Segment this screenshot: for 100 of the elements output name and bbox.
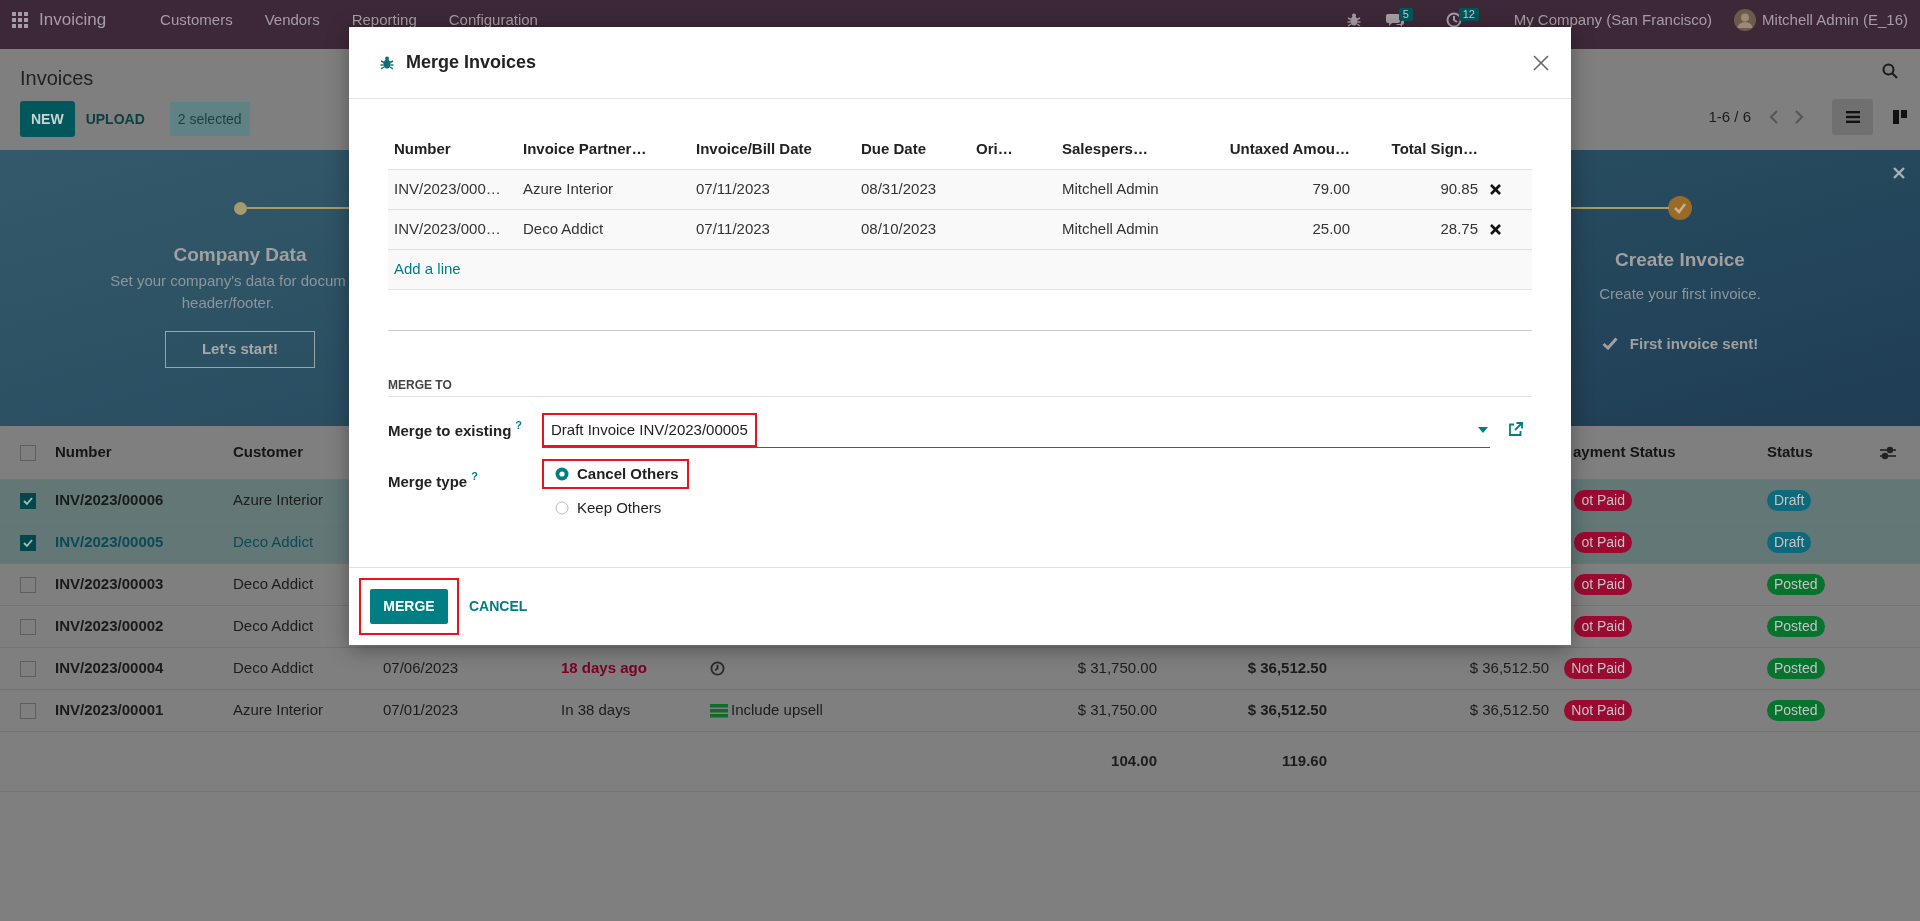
table-cell: INV/2023/000… <box>388 209 517 249</box>
radio-option[interactable]: Keep Others <box>555 497 662 520</box>
checkbox[interactable] <box>20 444 36 461</box>
list-view-button[interactable] <box>1832 99 1873 135</box>
menu-item[interactable]: Vendors <box>264 12 320 28</box>
status-badge: Not Paid <box>1564 658 1632 679</box>
checkbox[interactable] <box>20 702 36 719</box>
help-mark[interactable]: ? <box>471 470 478 482</box>
settings-icon[interactable] <box>1880 445 1896 460</box>
table-cell: $ 31,750.00 <box>1077 659 1157 677</box>
checkbox[interactable] <box>20 660 36 677</box>
table-cell: 28.75 <box>1356 209 1484 249</box>
delete-icon[interactable] <box>1490 223 1501 235</box>
field-label: Merge type <box>388 471 468 492</box>
pager-value[interactable]: 1-6 / 6 <box>1708 105 1751 129</box>
status-badge: ot Paid <box>1574 532 1632 553</box>
table-cell: INV/2023/00005 <box>55 533 164 551</box>
total-value: 104.00 <box>1111 752 1157 770</box>
status-badge: Posted <box>1767 658 1825 679</box>
field-label: Merge to existing <box>388 420 512 441</box>
add-line-link[interactable]: Add a line <box>394 259 461 277</box>
status-badge: Not Paid <box>1564 700 1632 721</box>
checkbox[interactable] <box>20 534 36 551</box>
radio-button[interactable] <box>555 501 569 516</box>
checkbox[interactable] <box>20 618 36 635</box>
dialog-title: Merge Invoices <box>406 51 537 74</box>
table-cell: Azure Interior <box>517 169 690 209</box>
close-icon[interactable] <box>1533 54 1549 71</box>
upload-button[interactable]: UPLOAD <box>74 101 156 137</box>
column-header[interactable]: Invoice/Bill Date <box>690 129 855 169</box>
column-header[interactable]: Untaxed Amou… <box>1194 129 1356 169</box>
radio-option[interactable]: Cancel Others <box>555 462 679 485</box>
column-header[interactable]: Number <box>388 129 517 169</box>
table-cell: 07/06/2023 <box>383 659 459 677</box>
column-header[interactable]: Due Date <box>855 129 970 169</box>
column-header[interactable]: Total Sign… <box>1356 129 1484 169</box>
status-badge: Draft <box>1767 490 1812 511</box>
delete-icon[interactable] <box>1490 183 1501 195</box>
activity-summary[interactable]: Include upsell <box>731 699 823 722</box>
checkbox[interactable] <box>20 492 36 509</box>
column-header[interactable]: Status <box>1767 441 1813 464</box>
step-status: First invoice sent! <box>1629 333 1759 354</box>
check-icon <box>1601 337 1618 351</box>
kanban-icon <box>1891 109 1908 125</box>
table-cell: 79.00 <box>1194 169 1356 209</box>
avatar[interactable] <box>1734 9 1757 31</box>
table-cell: Deco Addict <box>233 575 314 593</box>
column-header[interactable]: Invoice Partner… <box>517 129 690 169</box>
step-title[interactable]: Create Invoice <box>1615 246 1745 275</box>
table-cell: Mitchell Admin <box>1056 209 1194 249</box>
table-cell: $ 36,512.50 <box>1469 701 1549 719</box>
table-cell: 18 days ago <box>561 659 647 677</box>
table-cell: $ 36,512.50 <box>1247 701 1327 719</box>
status-badge: ot Paid <box>1574 574 1632 595</box>
status-badge: ot Paid <box>1574 616 1632 637</box>
table-cell: INV/2023/000… <box>388 169 517 209</box>
cancel-button[interactable]: CANCEL <box>463 589 534 624</box>
user-menu[interactable]: Mitchell Admin (E_16) <box>1762 12 1908 28</box>
app-name[interactable]: Invoicing <box>39 12 107 28</box>
table-cell: $ 31,750.00 <box>1077 701 1157 719</box>
menu-item[interactable]: Reporting <box>351 12 417 28</box>
company-switcher[interactable]: My Company (San Francisco) <box>1513 12 1713 28</box>
table-cell: 08/10/2023 <box>855 209 970 249</box>
step-description: Set your company's data for docum <box>110 270 346 291</box>
merge-button[interactable]: MERGE <box>370 589 448 624</box>
table-cell: $ 36,512.50 <box>1247 659 1327 677</box>
table-cell: Azure Interior <box>233 491 324 509</box>
search-icon[interactable] <box>1882 63 1898 79</box>
close-icon[interactable] <box>1893 167 1905 179</box>
total-value: 119.60 <box>1281 752 1327 770</box>
step-description: header/footer. <box>181 292 275 313</box>
new-button[interactable]: NEW <box>20 101 75 137</box>
start-button[interactable]: Let's start! <box>165 330 315 368</box>
app-menu-icon[interactable] <box>12 12 28 28</box>
count-badge: 5 <box>1398 8 1413 21</box>
status-badge: Posted <box>1767 574 1825 595</box>
list-icon <box>1844 109 1861 125</box>
clock-icon[interactable] <box>1445 12 1462 28</box>
table-cell: 90.85 <box>1356 169 1484 209</box>
external-link-icon[interactable] <box>1508 421 1523 437</box>
bug-icon[interactable] <box>1346 12 1361 28</box>
column-header[interactable]: Ori… <box>970 129 1056 169</box>
input-field[interactable]: Draft Invoice INV/2023/00005 <box>542 413 1490 448</box>
table-cell: 07/11/2023 <box>690 209 855 249</box>
menu-item[interactable]: Customers <box>160 12 233 28</box>
checkbox[interactable] <box>20 576 36 593</box>
count-badge: 12 <box>1458 8 1479 21</box>
column-header[interactable]: ayment Status <box>1573 443 1676 461</box>
radio-button[interactable] <box>555 466 569 481</box>
step-title[interactable]: Company Data <box>173 241 307 270</box>
table-cell: INV/2023/00001 <box>55 701 164 719</box>
table-cell: 07/01/2023 <box>383 701 459 719</box>
column-header[interactable]: Customer <box>233 443 303 461</box>
column-header[interactable]: Number <box>55 443 112 461</box>
help-mark[interactable]: ? <box>515 419 523 431</box>
table-cell: $ 36,512.50 <box>1469 659 1549 677</box>
column-header[interactable]: Salespers… <box>1056 129 1194 169</box>
table-cell: Mitchell Admin <box>1056 169 1194 209</box>
menu-item[interactable]: Configuration <box>448 12 538 28</box>
table-cell: Deco Addict <box>517 209 690 249</box>
